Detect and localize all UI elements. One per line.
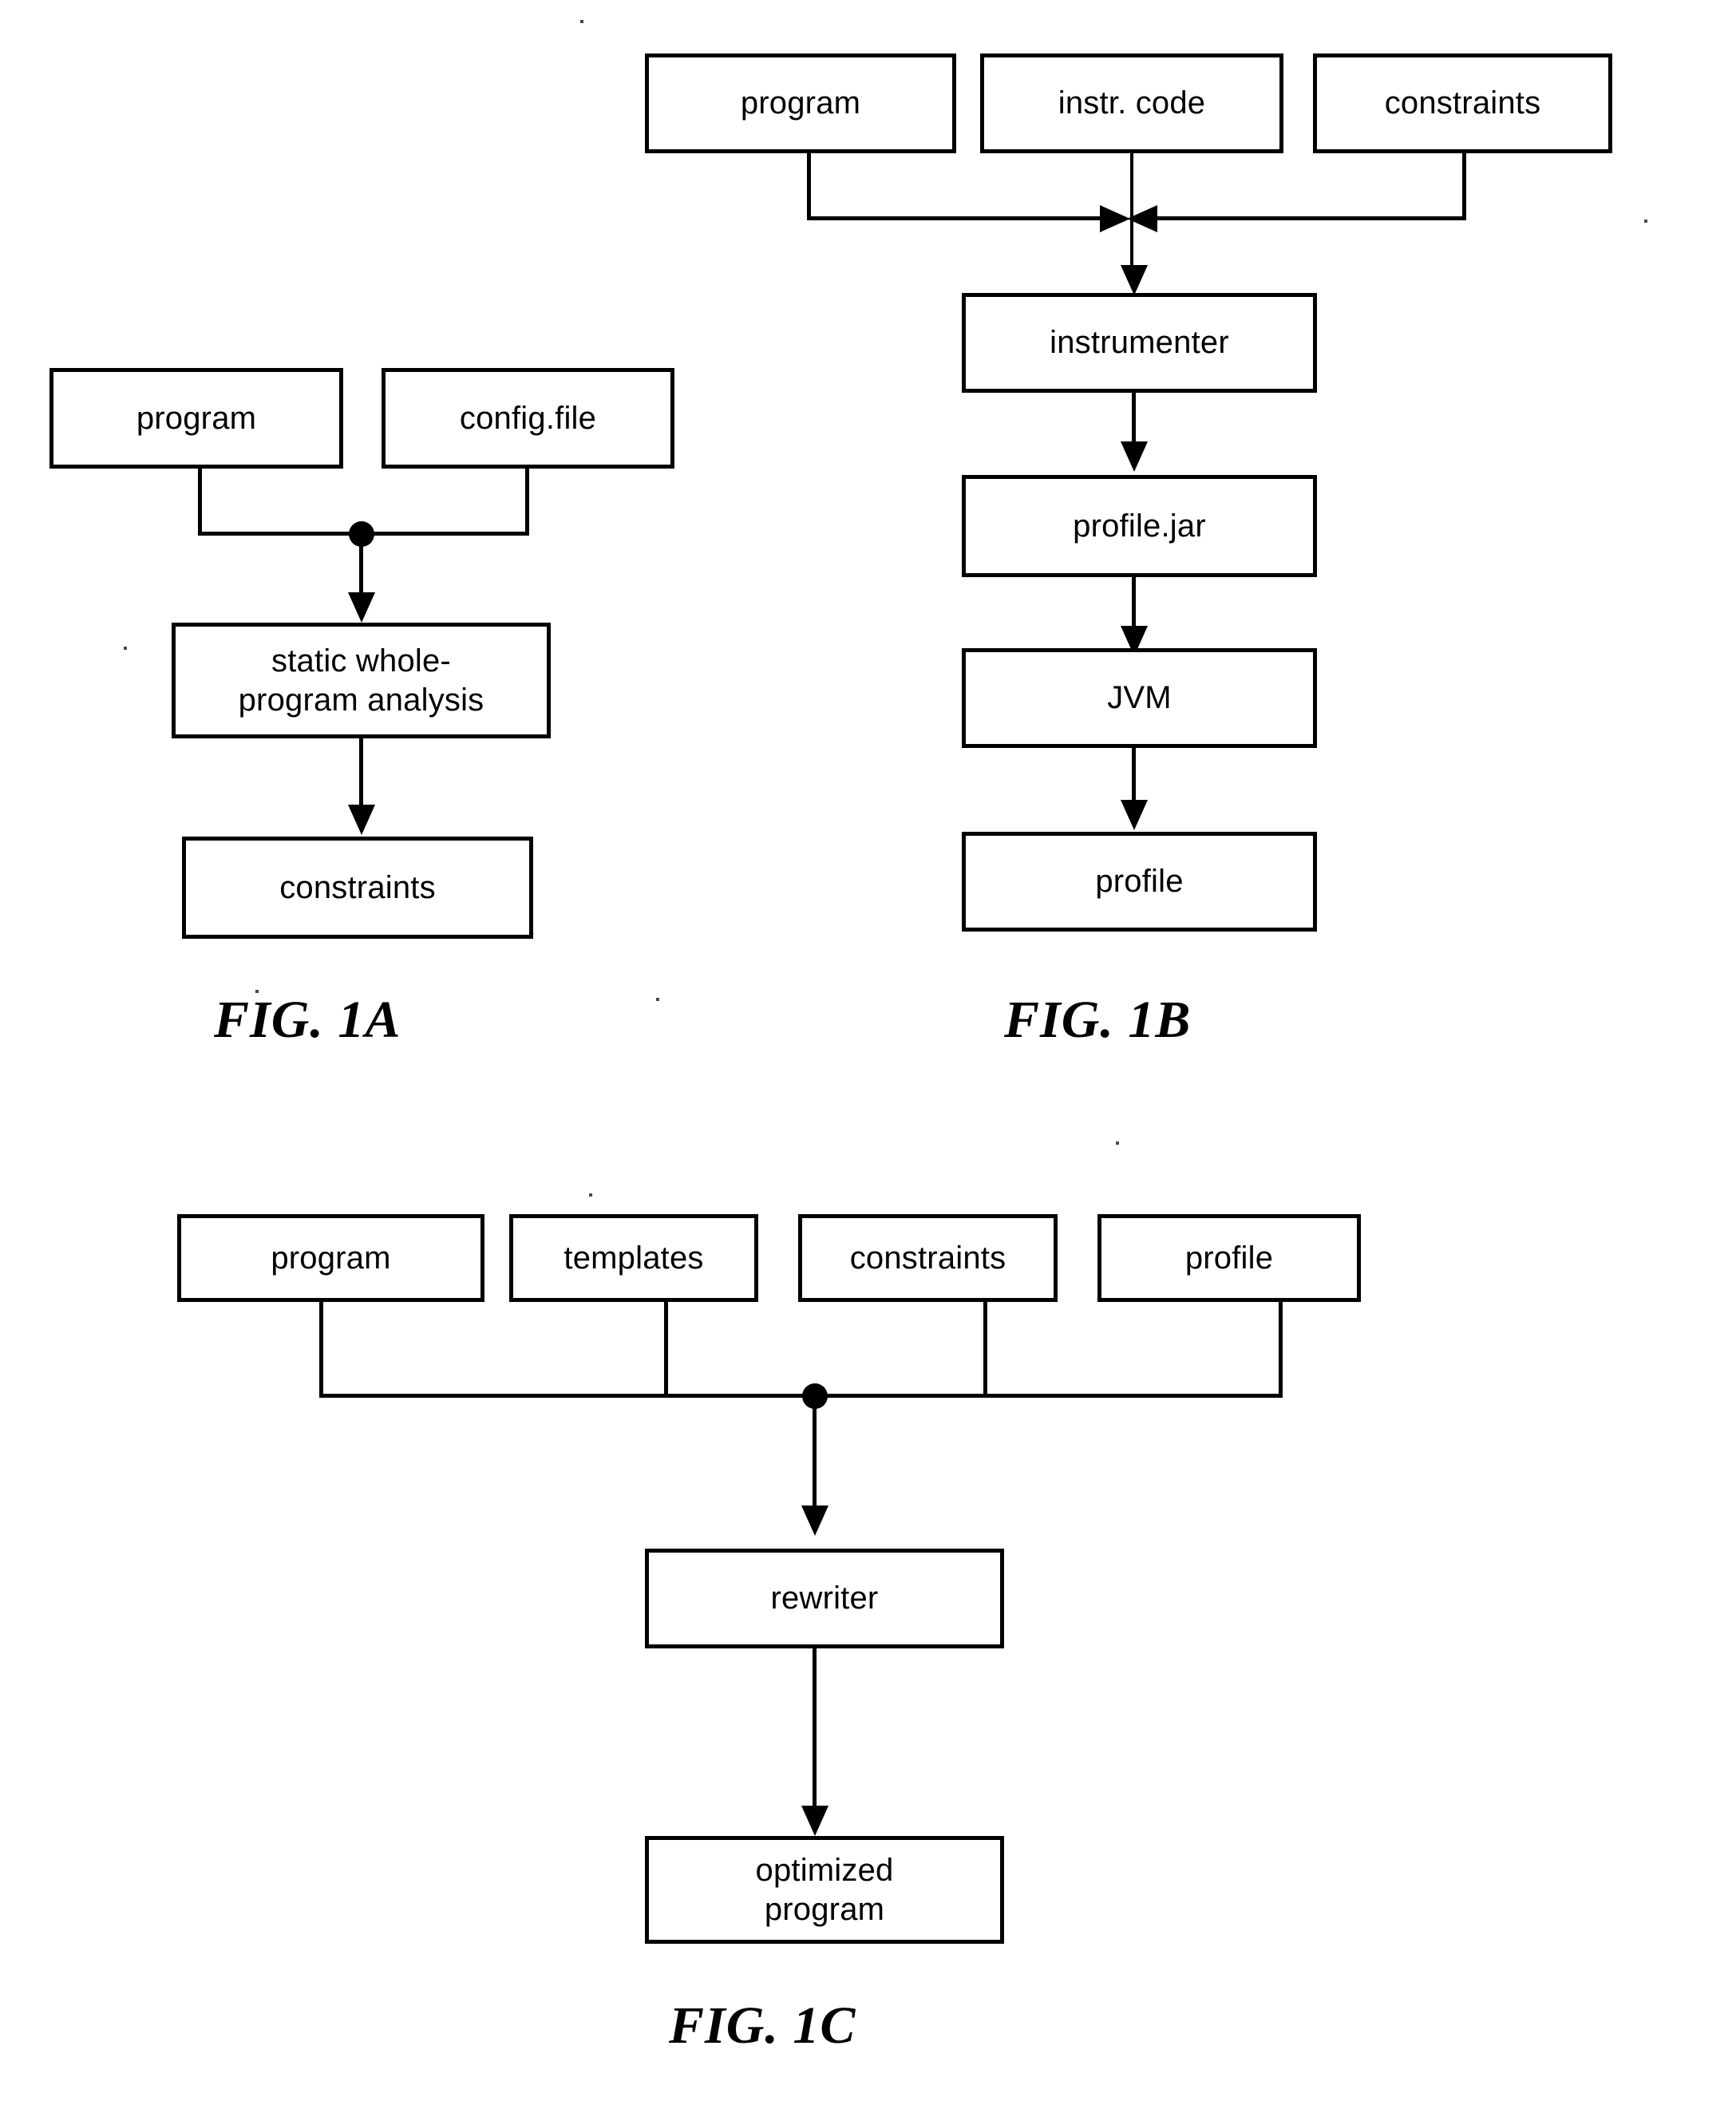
fig1b-program-label: program [740, 85, 861, 121]
fig1a-analysis-to-constraints-arrowhead [348, 805, 375, 835]
fig1a-static-analysis-label-line2: program analysis [238, 682, 484, 718]
fig1c-program-box: program [177, 1214, 484, 1302]
fig1b-profile-box: profile [962, 832, 1317, 932]
fig1b-jvm-to-profile-line [1132, 748, 1136, 804]
fig1c-program-label: program [271, 1240, 391, 1276]
fig1b-constraints-merge-line [1156, 216, 1466, 220]
fig1a-program-label: program [136, 400, 257, 436]
fig1c-rewriter-to-optimized-arrowhead [801, 1806, 828, 1836]
fig1c-constraints-label: constraints [849, 1240, 1006, 1276]
fig1b-constraints-droplink [1462, 153, 1466, 220]
fig1c-optimized-program-box: optimized program [645, 1836, 1004, 1944]
fig1b-instrcode-to-instrumenter-arrowhead [1121, 265, 1148, 295]
scan-speckle [656, 998, 659, 1001]
fig1c-optimized-program-label-line1: optimized [755, 1852, 894, 1888]
fig1c-rewriter-box: rewriter [645, 1549, 1004, 1648]
fig1c-profile-box: profile [1097, 1214, 1361, 1302]
fig1b-jvm-label: JVM [1107, 680, 1172, 716]
fig1c-merge-bus [319, 1394, 1283, 1398]
fig1c-optimized-program-label-line2: program [764, 1891, 885, 1927]
fig1b-profile-jar-box: profile.jar [962, 475, 1317, 577]
fig1c-constraints-box: constraints [798, 1214, 1058, 1302]
fig1c-constraints-droplink [983, 1302, 987, 1398]
patent-figure-sheet: program config.file static whole- progra… [0, 0, 1736, 2105]
fig1c-profile-label: profile [1184, 1240, 1274, 1276]
fig1c-templates-box: templates [509, 1214, 758, 1302]
fig1b-instr-code-label: instr. code [1058, 85, 1206, 121]
fig1c-merge-to-rewriter-arrowhead [801, 1506, 828, 1536]
fig1a-config-file-label: config.file [459, 400, 597, 436]
fig1b-instrumenter-to-profilejar-line [1132, 393, 1136, 444]
scan-speckle [1116, 1142, 1119, 1145]
fig1b-jvm-box: JVM [962, 648, 1317, 748]
fig1b-profilejar-to-jvm-line [1132, 577, 1136, 628]
scan-speckle [580, 20, 583, 23]
fig1c-rewriter-label: rewriter [770, 1581, 879, 1616]
fig1a-analysis-to-constraints-line [359, 738, 363, 807]
fig1a-static-analysis-label-line1: static whole- [271, 643, 451, 679]
fig1b-instrumenter-to-profilejar-arrowhead [1121, 441, 1148, 472]
fig1a-config-file-box: config.file [382, 368, 674, 469]
fig1b-jvm-to-profile-arrowhead [1121, 800, 1148, 830]
fig1a-program-droplink [198, 469, 202, 536]
fig1c-templates-label: templates [564, 1240, 704, 1276]
fig1a-config-droplink [525, 469, 529, 536]
fig1b-program-merge-line [807, 216, 1101, 220]
fig1b-caption: FIG. 1B [1004, 991, 1192, 1049]
fig1b-instrcode-to-instrumenter-line [1130, 153, 1133, 271]
fig1b-program-box: program [645, 53, 956, 153]
fig1b-profile-jar-label: profile.jar [1073, 508, 1206, 544]
fig1b-constraints-box: constraints [1313, 53, 1612, 153]
fig1c-templates-droplink [664, 1302, 668, 1398]
fig1c-rewriter-to-optimized-line [813, 1648, 817, 1808]
fig1b-profile-label: profile [1095, 864, 1184, 900]
fig1a-constraints-label: constraints [279, 869, 436, 905]
fig1b-constraints-label: constraints [1384, 85, 1541, 121]
fig1a-program-box: program [49, 368, 343, 469]
fig1a-constraints-box: constraints [182, 837, 533, 939]
fig1c-merge-to-rewriter-line [813, 1394, 817, 1510]
scan-speckle [1644, 220, 1647, 223]
scan-speckle [255, 990, 259, 993]
fig1b-instrumenter-label: instrumenter [1050, 325, 1229, 361]
fig1a-caption: FIG. 1A [214, 991, 401, 1049]
fig1b-program-droplink [807, 153, 811, 220]
fig1b-program-merge-arrowhead [1100, 205, 1130, 232]
scan-speckle [589, 1193, 592, 1197]
fig1a-merge-to-analysis-arrowhead [348, 592, 375, 623]
fig1c-program-droplink [319, 1302, 323, 1398]
fig1b-instrumenter-box: instrumenter [962, 293, 1317, 393]
fig1a-merge-to-analysis-line [359, 532, 363, 594]
fig1b-instr-code-box: instr. code [980, 53, 1283, 153]
fig1c-caption: FIG. 1C [669, 1996, 856, 2055]
fig1a-static-analysis-box: static whole- program analysis [172, 623, 551, 738]
fig1c-profile-droplink [1279, 1302, 1283, 1398]
scan-speckle [124, 647, 127, 650]
